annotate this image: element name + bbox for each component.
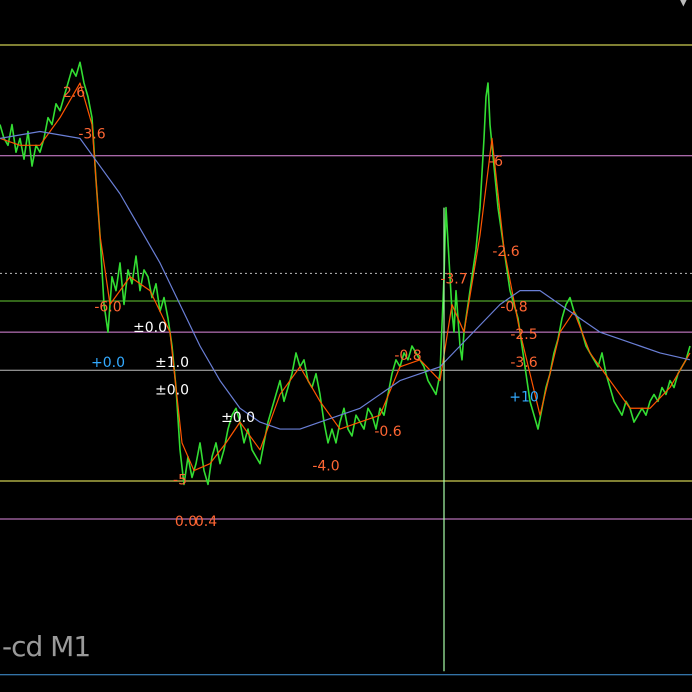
symbol-timeframe-label: -cd M1: [2, 630, 91, 663]
annotation-label: ±0.0: [133, 320, 167, 336]
price-chart: 2.6 -3.6 -6.0 +0.0 ±0.0 ±1.0 ±0.0 -5 0.00.4 ±0.0 -…: [0, 0, 692, 692]
annotation-label: -4.0: [312, 459, 339, 475]
annotation-label: -2.6: [492, 244, 519, 260]
annotation-label: +10: [509, 389, 539, 405]
annotation-label: ±0.0: [155, 382, 189, 398]
annotation-label: -3.6: [78, 126, 105, 142]
annotation-label: -0.6: [374, 424, 401, 440]
annotation-label: 0.0: [175, 514, 197, 530]
annotation-label: ±1.0: [155, 355, 189, 371]
chevron-down-icon[interactable]: ▼: [679, 0, 688, 8]
annotation-label: -3.6: [510, 355, 537, 371]
annotation-label: -2.5: [510, 327, 537, 343]
annotation-label: 2.6: [63, 85, 85, 101]
annotation-label: -3.7: [440, 272, 467, 288]
annotation-label: +0.0: [91, 355, 125, 371]
annotation-label: -6.0: [94, 299, 121, 315]
annotation-label: ±0.0: [221, 410, 255, 426]
chart-background: [0, 0, 692, 692]
annotation-label: -0.8: [394, 348, 421, 364]
annotation-label: -6: [489, 154, 503, 170]
annotation-label: -5: [173, 472, 187, 488]
annotation-label: 0.4: [195, 514, 217, 530]
annotation-label: -0.8: [500, 299, 527, 315]
